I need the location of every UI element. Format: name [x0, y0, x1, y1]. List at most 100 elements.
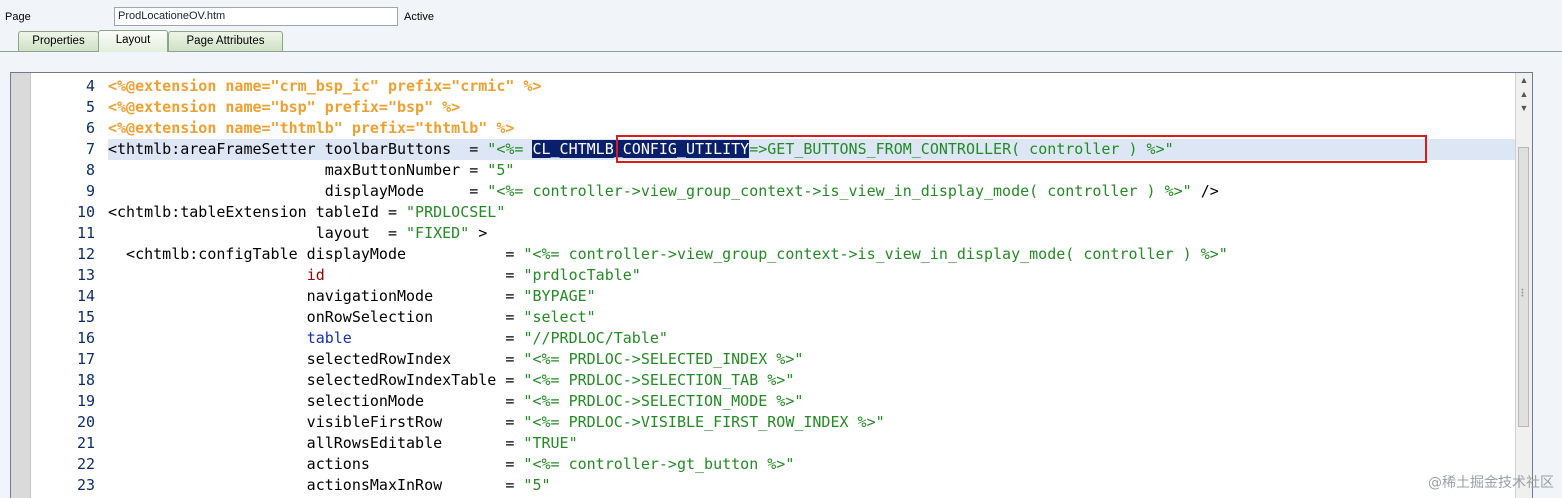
code-text: layout =	[108, 224, 407, 242]
code-line-8[interactable]: maxButtonNumber = "5"	[108, 160, 515, 181]
code-text: >	[469, 224, 488, 242]
string-text: "FIXED"	[406, 224, 470, 242]
code-text: <chtmlb:configTable displayMode =	[108, 245, 524, 263]
line-number: 12	[76, 245, 95, 263]
line-number: 14	[76, 287, 95, 305]
string-text: "<%= PRDLOC->SELECTED_INDEX %>"	[523, 350, 804, 368]
code-text: <thtmlb:areaFrameSetter toolbarButtons =	[108, 140, 488, 158]
scroll-top-icon[interactable]: ▲	[1516, 73, 1532, 87]
code-line-7[interactable]: <thtmlb:areaFrameSetter toolbarButtons =…	[108, 139, 1174, 160]
string-text: "<%=	[487, 140, 533, 158]
code-line-20[interactable]: visibleFirstRow = "<%= PRDLOC->VISIBLE_F…	[108, 412, 885, 433]
vertical-scrollbar[interactable]: ▲ ▲ ▼ • • •	[1515, 73, 1532, 498]
line-number: 5	[85, 98, 95, 116]
string-text: "5"	[487, 161, 515, 179]
line-number: 6	[85, 119, 95, 137]
line-number: 20	[76, 413, 95, 431]
page-header: Page ProdLocationeOV.htm Active	[0, 0, 1562, 34]
code-line-6[interactable]: <%@extension name="thtmlb" prefix="thtml…	[108, 118, 514, 139]
string-text: =>GET_BUTTONS_FROM_CONTROLLER( controlle…	[749, 140, 1174, 158]
code-text: actionsMaxInRow =	[108, 476, 524, 494]
keyword-text: id	[306, 266, 325, 284]
string-text: "5"	[523, 476, 551, 494]
code-text: =	[324, 266, 524, 284]
code-line-23[interactable]: actionsMaxInRow = "5"	[108, 475, 551, 496]
selected-text: CL_CHTMLB_CONFIG_UTILITY	[532, 140, 750, 158]
line-number: 7	[85, 140, 95, 158]
string-text: "<%= PRDLOC->VISIBLE_FIRST_ROW_INDEX %>"	[523, 413, 885, 431]
code-line-18[interactable]: selectedRowIndexTable = "<%= PRDLOC->SEL…	[108, 370, 795, 391]
string-text: "<%= PRDLOC->SELECTION_MODE %>"	[523, 392, 804, 410]
code-line-9[interactable]: displayMode = "<%= controller->view_grou…	[108, 181, 1219, 202]
editor-left-strip	[11, 73, 31, 498]
code-line-17[interactable]: selectedRowIndex = "<%= PRDLOC->SELECTED…	[108, 349, 804, 370]
code-text: visibleFirstRow =	[108, 413, 524, 431]
code-text: />	[1191, 182, 1219, 200]
code-line-21[interactable]: allRowsEditable = "TRUE"	[108, 433, 578, 454]
code-text: selectionMode =	[108, 392, 524, 410]
line-number: 4	[85, 77, 95, 95]
directive-text: <%@extension name="crm_bsp_ic" prefix="c…	[108, 77, 542, 95]
line-number: 22	[76, 455, 95, 473]
tab-page-attributes[interactable]: Page Attributes	[168, 31, 283, 51]
watermark: @稀土掘金技术社区	[1428, 475, 1554, 491]
directive-text: <%@extension name="thtmlb" prefix="thtml…	[108, 119, 515, 137]
string-text: "<%= PRDLOC->SELECTION_TAB %>"	[523, 371, 795, 389]
code-line-22[interactable]: actions = "<%= controller->gt_button %>"	[108, 454, 795, 475]
code-line-4[interactable]: <%@extension name="crm_bsp_ic" prefix="c…	[108, 76, 541, 97]
code-line-5[interactable]: <%@extension name="bsp" prefix="bsp" %>	[108, 97, 460, 118]
scroll-down-icon[interactable]: ▼	[1516, 101, 1532, 115]
directive-text: <%@extension name="bsp" prefix="bsp" %>	[108, 98, 461, 116]
code-line-15[interactable]: onRowSelection = "select"	[108, 307, 596, 328]
tab-properties[interactable]: Properties	[18, 31, 99, 51]
line-number: 8	[85, 161, 95, 179]
code-line-16[interactable]: table = "//PRDLOC/Table"	[108, 328, 668, 349]
line-number: 21	[76, 434, 95, 452]
line-number: 9	[85, 182, 95, 200]
string-text: "<%= controller->gt_button %>"	[523, 455, 795, 473]
line-number: 15	[76, 308, 95, 326]
code-text: selectedRowIndexTable =	[108, 371, 524, 389]
code-text: allRowsEditable =	[108, 434, 524, 452]
grip-icon: • • •	[1521, 287, 1524, 300]
code-text: navigationMode =	[108, 287, 524, 305]
string-text: "<%= controller->view_group_context->is_…	[523, 245, 1228, 263]
tab-strip: Properties Layout Page Attributes	[0, 30, 1562, 52]
code-text: <chtmlb:tableExtension tableId =	[108, 203, 407, 221]
string-text: "PRDLOCSEL"	[406, 203, 506, 221]
line-number-gutter: 4 5 6 7 8 9 10 11 12 13 14 15 16 17 18 1…	[31, 73, 95, 498]
tab-layout[interactable]: Layout	[98, 30, 168, 52]
string-text: "<%= controller->view_group_context->is_…	[487, 182, 1192, 200]
line-number: 13	[76, 266, 95, 284]
code-editor[interactable]: 4 5 6 7 8 9 10 11 12 13 14 15 16 17 18 1…	[10, 72, 1533, 498]
keyword-text: table	[306, 329, 352, 347]
status-text: Active	[404, 11, 434, 23]
string-text: "TRUE"	[523, 434, 578, 452]
string-text: "BYPAGE"	[523, 287, 596, 305]
page-name-field[interactable]: ProdLocationeOV.htm	[114, 7, 398, 26]
code-line-10[interactable]: <chtmlb:tableExtension tableId = "PRDLOC…	[108, 202, 505, 223]
line-number: 23	[76, 476, 95, 494]
scroll-up-icon[interactable]: ▲	[1516, 87, 1532, 101]
code-line-19[interactable]: selectionMode = "<%= PRDLOC->SELECTION_M…	[108, 391, 804, 412]
code-line-13[interactable]: id = "prdlocTable"	[108, 265, 641, 286]
code-text: =	[351, 329, 524, 347]
line-number: 16	[76, 329, 95, 347]
string-text: "prdlocTable"	[523, 266, 641, 284]
line-number: 11	[76, 224, 95, 242]
code-line-12[interactable]: <chtmlb:configTable displayMode = "<%= c…	[108, 244, 1228, 265]
line-number: 10	[76, 203, 95, 221]
code-text: maxButtonNumber =	[108, 161, 488, 179]
string-text: "//PRDLOC/Table"	[523, 329, 668, 347]
code-line-14[interactable]: navigationMode = "BYPAGE"	[108, 286, 596, 307]
page-label: Page	[5, 11, 31, 23]
string-text: "select"	[523, 308, 596, 326]
code-text: displayMode =	[108, 182, 488, 200]
tab-divider	[0, 51, 1562, 52]
code-text: actions =	[108, 455, 524, 473]
code-line-11[interactable]: layout = "FIXED" >	[108, 223, 488, 244]
code-text: selectedRowIndex =	[108, 350, 524, 368]
line-number: 17	[76, 350, 95, 368]
